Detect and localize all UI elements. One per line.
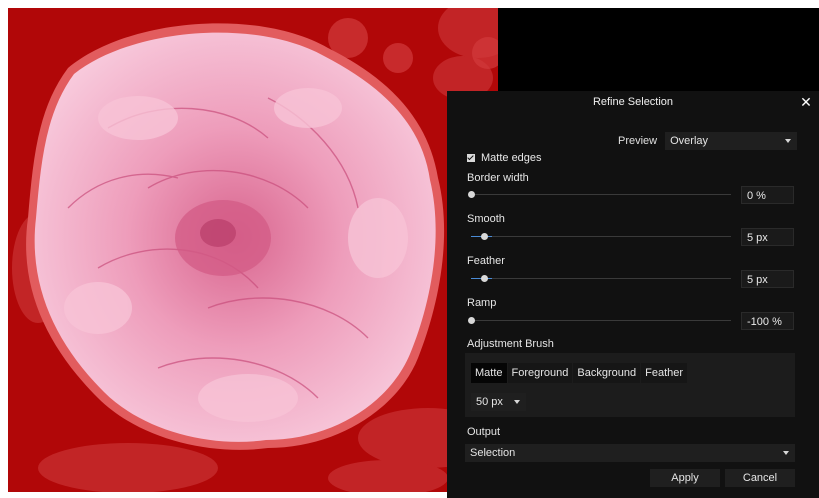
feather-slider[interactable] xyxy=(467,273,731,285)
ramp-slider[interactable] xyxy=(467,315,731,327)
smooth-label: Smooth xyxy=(467,213,505,225)
close-icon[interactable]: ✕ xyxy=(799,93,813,111)
ramp-label: Ramp xyxy=(467,297,497,309)
refine-selection-dialog: Refine Selection ✕ Preview Overlay Matte… xyxy=(447,91,819,498)
chevron-down-icon xyxy=(783,451,789,455)
slider-thumb[interactable] xyxy=(468,317,475,324)
slider-thumb[interactable] xyxy=(481,233,488,240)
dialog-title: Refine Selection xyxy=(592,96,674,108)
tab-feather[interactable]: Feather xyxy=(641,363,688,383)
app-window: Refine Selection ✕ Preview Overlay Matte… xyxy=(0,0,819,498)
smooth-value[interactable]: 5 px xyxy=(741,228,794,246)
tab-foreground[interactable]: Foreground xyxy=(507,363,573,383)
brush-mode-tabs: Matte Foreground Background Feather xyxy=(471,363,688,383)
canvas-background xyxy=(498,8,819,92)
slider-track xyxy=(471,236,731,237)
preview-value: Overlay xyxy=(670,135,709,147)
chevron-down-icon xyxy=(514,400,520,404)
preview-row: Preview Overlay xyxy=(618,132,798,150)
image-canvas[interactable] xyxy=(8,8,498,492)
rose-photo-overlay xyxy=(8,8,498,492)
preview-label: Preview xyxy=(618,135,658,147)
border-width-value[interactable]: 0 % xyxy=(741,186,794,204)
apply-button[interactable]: Apply xyxy=(650,469,720,487)
matte-edges-label: Matte edges xyxy=(481,152,542,164)
matte-edges-row[interactable]: Matte edges xyxy=(467,151,542,165)
cancel-button[interactable]: Cancel xyxy=(725,469,795,487)
smooth-slider[interactable] xyxy=(467,231,731,243)
chevron-down-icon xyxy=(785,139,792,143)
feather-label: Feather xyxy=(467,255,505,267)
slider-track xyxy=(471,194,731,195)
feather-value[interactable]: 5 px xyxy=(741,270,794,288)
slider-track xyxy=(471,320,731,321)
brush-size-value: 50 px xyxy=(476,396,503,408)
output-dropdown[interactable]: Selection xyxy=(465,444,795,462)
slider-thumb[interactable] xyxy=(481,275,488,282)
border-width-label: Border width xyxy=(467,172,529,184)
output-value: Selection xyxy=(470,447,516,459)
output-label: Output xyxy=(467,426,501,438)
ramp-value[interactable]: -100 % xyxy=(741,312,794,330)
adjustment-brush-label: Adjustment Brush xyxy=(467,338,554,350)
brush-size-dropdown[interactable]: 50 px xyxy=(471,393,526,411)
preview-dropdown[interactable]: Overlay xyxy=(665,132,798,150)
slider-track xyxy=(471,278,731,279)
tab-matte[interactable]: Matte xyxy=(471,363,507,383)
matte-edges-checkbox[interactable] xyxy=(467,154,475,162)
tab-background[interactable]: Background xyxy=(573,363,641,383)
adjustment-brush-panel: Matte Foreground Background Feather 50 p… xyxy=(465,353,795,417)
border-width-slider[interactable] xyxy=(467,189,731,201)
slider-thumb[interactable] xyxy=(468,191,475,198)
